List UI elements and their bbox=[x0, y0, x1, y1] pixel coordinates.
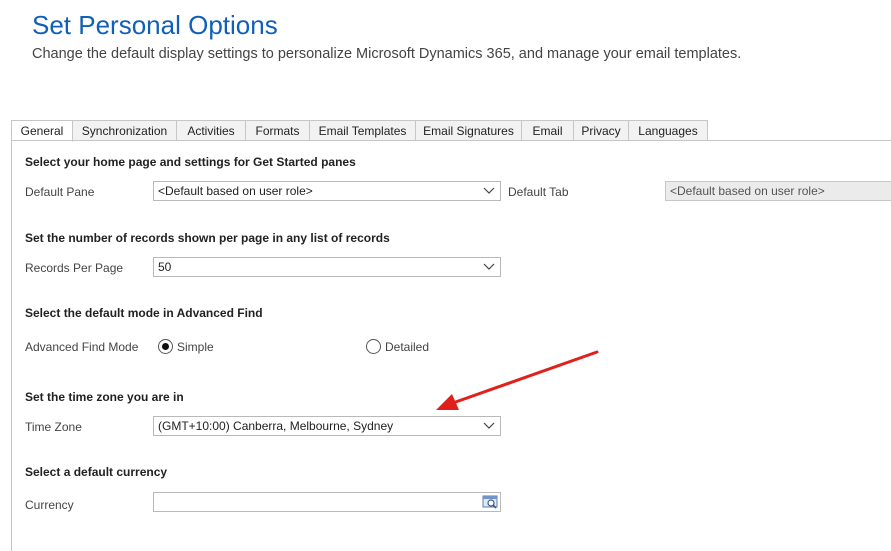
currency-label: Currency bbox=[25, 498, 74, 512]
currency-lookup-input[interactable] bbox=[153, 492, 501, 512]
default-pane-value: <Default based on user role> bbox=[158, 184, 313, 198]
advanced-find-mode-label: Advanced Find Mode bbox=[25, 340, 139, 354]
tab-languages[interactable]: Languages bbox=[629, 120, 708, 141]
advanced-find-heading: Select the default mode in Advanced Find bbox=[25, 306, 263, 320]
page-subtitle: Change the default display settings to p… bbox=[32, 46, 742, 62]
chevron-down-icon bbox=[483, 187, 495, 194]
chevron-down-icon bbox=[483, 263, 495, 270]
tab-formats[interactable]: Formats bbox=[246, 120, 310, 141]
simple-radio[interactable] bbox=[158, 339, 173, 354]
general-tab-panel bbox=[11, 140, 891, 551]
timezone-select[interactable]: (GMT+10:00) Canberra, Melbourne, Sydney bbox=[153, 416, 501, 436]
page-title: Set Personal Options bbox=[32, 10, 278, 40]
tab-synchronization[interactable]: Synchronization bbox=[73, 120, 177, 141]
tab-privacy[interactable]: Privacy bbox=[574, 120, 629, 141]
default-tab-value: <Default based on user role> bbox=[670, 184, 825, 198]
records-section-heading: Set the number of records shown per page… bbox=[25, 231, 390, 245]
chevron-down-icon bbox=[483, 422, 495, 429]
default-pane-label: Default Pane bbox=[25, 185, 95, 199]
records-per-page-value: 50 bbox=[158, 260, 172, 274]
tab-email-signatures[interactable]: Email Signatures bbox=[416, 120, 522, 141]
default-tab-label: Default Tab bbox=[508, 185, 569, 199]
records-per-page-select[interactable]: 50 bbox=[153, 257, 501, 277]
tab-bar: General Synchronization Activities Forma… bbox=[11, 120, 708, 142]
timezone-value: (GMT+10:00) Canberra, Melbourne, Sydney bbox=[158, 419, 394, 433]
records-per-page-label: Records Per Page bbox=[25, 261, 124, 275]
detailed-radio[interactable] bbox=[366, 339, 381, 354]
currency-section-heading: Select a default currency bbox=[25, 465, 168, 479]
home-section-heading: Select your home page and settings for G… bbox=[25, 155, 356, 169]
timezone-section-heading: Set the time zone you are in bbox=[25, 390, 184, 404]
default-tab-select[interactable]: <Default based on user role> bbox=[665, 181, 891, 201]
simple-radio-label[interactable]: Simple bbox=[177, 340, 214, 354]
tab-email-templates[interactable]: Email Templates bbox=[310, 120, 416, 141]
tab-email[interactable]: Email bbox=[522, 120, 574, 141]
radio-selected-dot bbox=[162, 343, 169, 350]
lookup-icon[interactable] bbox=[482, 494, 498, 510]
detailed-radio-label[interactable]: Detailed bbox=[385, 340, 429, 354]
timezone-label: Time Zone bbox=[25, 420, 82, 434]
tab-activities[interactable]: Activities bbox=[177, 120, 246, 141]
default-pane-select[interactable]: <Default based on user role> bbox=[153, 181, 501, 201]
tab-general[interactable]: General bbox=[11, 120, 73, 142]
